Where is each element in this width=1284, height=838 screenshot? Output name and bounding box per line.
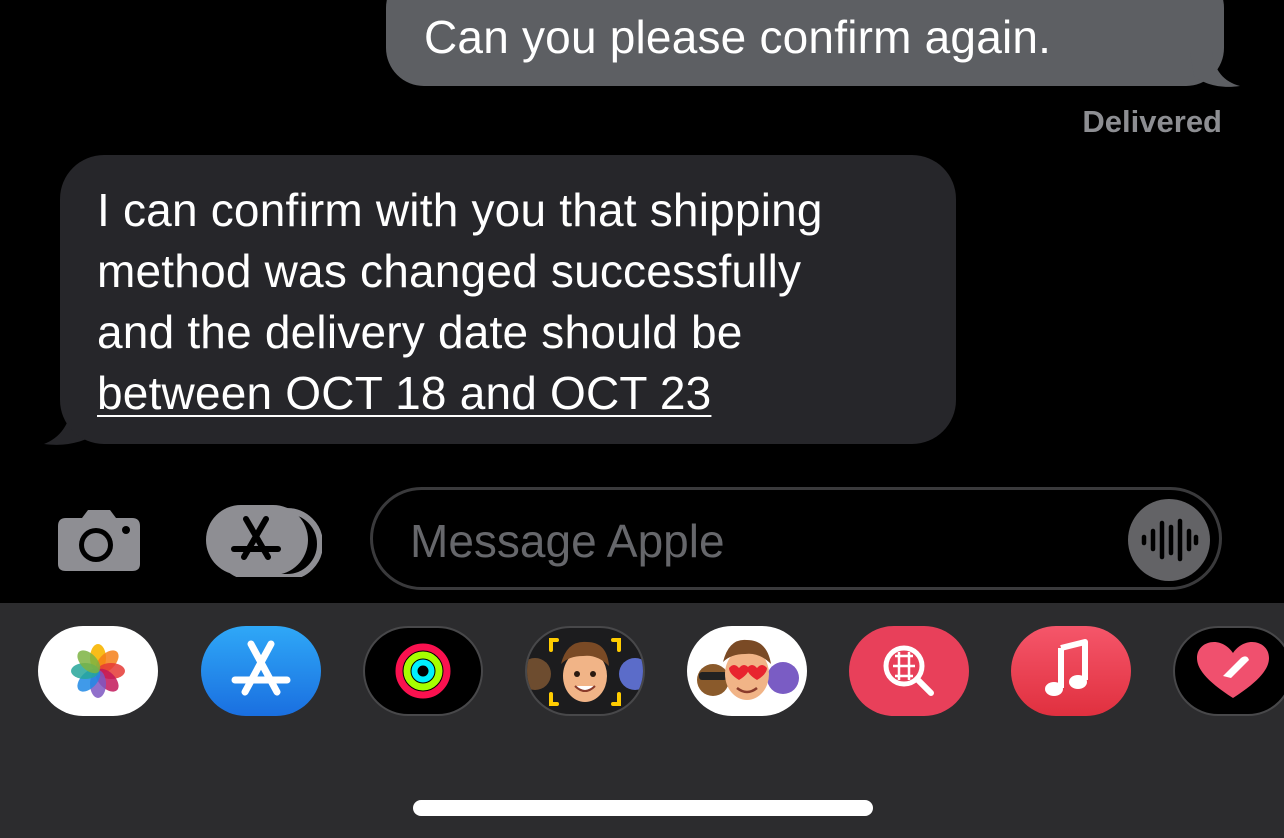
app-store-icon[interactable] bbox=[201, 626, 321, 716]
music-note-glyph bbox=[1045, 639, 1088, 696]
camera-icon[interactable] bbox=[56, 508, 142, 572]
photos-icon[interactable] bbox=[38, 626, 158, 716]
music-note-icon[interactable] bbox=[1011, 626, 1131, 716]
photos-flower bbox=[71, 644, 125, 698]
home-indicator[interactable] bbox=[413, 800, 873, 816]
waveform-icon[interactable] bbox=[1128, 499, 1210, 581]
activity-rings-icon[interactable] bbox=[363, 626, 483, 716]
image-search-icon[interactable] bbox=[849, 626, 969, 716]
activity-rings bbox=[395, 643, 451, 699]
received-message-line: I can confirm with you that shipping bbox=[97, 184, 823, 236]
waveform-glyph bbox=[1141, 518, 1199, 562]
sent-bubble-tail bbox=[1190, 52, 1240, 87]
message-input[interactable]: Message Apple bbox=[370, 487, 1222, 590]
app-store-icon[interactable] bbox=[204, 505, 322, 577]
sent-message-text: Can you please confirm again. bbox=[424, 11, 1052, 63]
received-message-line: and the delivery date should be bbox=[97, 306, 743, 358]
memoji-camera-icon[interactable] bbox=[525, 626, 645, 716]
image-search-glyph bbox=[883, 645, 934, 696]
message-input-placeholder: Message Apple bbox=[410, 515, 725, 567]
digital-touch-heart-icon[interactable] bbox=[1173, 626, 1284, 716]
received-message-text: I can confirm with you that shipping met… bbox=[97, 180, 937, 424]
delivery-status: Delivered bbox=[1082, 104, 1222, 139]
memoji-stickers-icon[interactable] bbox=[687, 626, 807, 716]
date-range-link[interactable]: between OCT 18 and OCT 23 bbox=[97, 363, 937, 424]
app-store-glyph bbox=[231, 640, 291, 696]
memoji-stickers-faces bbox=[697, 639, 799, 700]
messages-screen: Can you please confirm again. Delivered … bbox=[0, 0, 1284, 838]
memoji-camera-face bbox=[527, 638, 643, 706]
digital-touch-heart bbox=[1197, 642, 1269, 698]
received-message-line: method was changed successfully bbox=[97, 245, 802, 297]
